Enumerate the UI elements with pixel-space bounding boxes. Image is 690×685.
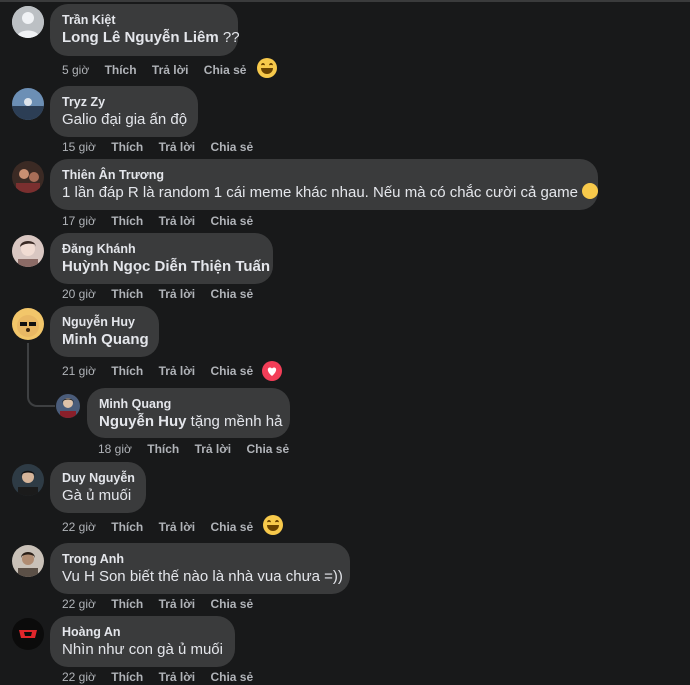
comment-text: Long Lê Nguyễn Liêm ?? [62,28,240,48]
comment-actions: 5 giờ Thích Trả lời Chia sẻ [62,62,258,78]
avatar[interactable] [12,308,44,340]
reply-button[interactable]: Trả lời [159,519,196,535]
comment-author[interactable]: Minh Quang [99,396,278,412]
comment-bubble: Trong Anh Vu H Son biết thế nào là nhà v… [50,543,350,594]
like-button[interactable]: Thích [111,286,143,302]
timestamp[interactable]: 20 giờ [62,286,96,302]
comment-bubble: Hoàng An Nhìn như con gà ủ muối [50,616,235,667]
avatar[interactable] [12,464,44,496]
reply-button[interactable]: Trả lời [152,62,189,78]
avatar[interactable] [56,394,80,418]
comment-actions: 15 giờ Thích Trả lời Chia sẻ [62,139,265,155]
comment-text: Gà ủ muối [62,487,132,504]
reply-button[interactable]: Trả lời [159,139,196,155]
comment-author[interactable]: Tryz Zy [62,94,186,110]
comment-bubble: Minh Quang Nguyễn Huy tặng mềnh hả [87,388,290,438]
share-button[interactable]: Chia sẻ [210,519,253,535]
comment-actions: 18 giờ Thích Trả lời Chia sẻ [98,441,301,457]
comment-actions: 20 giờ Thích Trả lời Chia sẻ [62,286,265,302]
comment-body: tặng mềnh hả [186,413,283,430]
mention-link[interactable]: Minh Quang [62,331,149,348]
share-button[interactable]: Chia sẻ [246,441,289,457]
like-button[interactable]: Thích [105,62,137,78]
comment-actions: 17 giờ Thích Trả lời Chia sẻ [62,213,265,229]
comment-text: Vu H Son biết thế nào là nhà vua chưa =)… [62,568,343,585]
comment-text: Nguyễn Huy tặng mềnh hả [99,412,282,432]
laughing-emoji-icon [582,183,599,199]
comment-actions: 21 giờ Thích Trả lời Chia sẻ [62,363,265,379]
like-button[interactable]: Thích [111,519,143,535]
comment-bubble: Đăng Khánh Huỳnh Ngọc Diễn Thiện Tuấn [50,233,273,284]
reply-button[interactable]: Trả lời [159,363,196,379]
share-button[interactable]: Chia sẻ [210,213,253,229]
avatar[interactable] [12,161,44,193]
comment-bubble: Thiên Ân Trương 1 lần đáp R là random 1 … [50,159,599,210]
comment-author[interactable]: Hoàng An [62,624,223,640]
comment-text: 1 lần đáp R là random 1 cái meme khác nh… [62,183,599,203]
comment-bubble: Trần Kiệt Long Lê Nguyễn Liêm ?? [50,4,240,56]
share-button[interactable]: Chia sẻ [210,139,253,155]
like-button[interactable]: Thích [111,669,143,685]
comment-author[interactable]: Trần Kiệt [62,12,226,28]
comment-body: ?? [218,29,240,46]
comment-actions: 22 giờ Thích Trả lời Chia sẻ [62,669,265,685]
timestamp[interactable]: 15 giờ [62,139,96,155]
comment-text: Galio đại gia ấn độ [62,111,188,128]
reply-button[interactable]: Trả lời [159,286,196,302]
share-button[interactable]: Chia sẻ [204,62,247,78]
comment-author[interactable]: Thiên Ân Trương [62,167,586,183]
comment-author[interactable]: Trong Anh [62,551,338,567]
comment-author[interactable]: Duy Nguyễn [62,470,135,486]
comment-author[interactable]: Đăng Khánh [62,241,261,257]
reply-button[interactable]: Trả lời [195,441,232,457]
like-button[interactable]: Thích [147,441,179,457]
comment-bubble: Duy Nguyễn Gà ủ muối [50,462,146,513]
avatar[interactable] [12,88,44,120]
share-button[interactable]: Chia sẻ [210,286,253,302]
love-reaction-icon[interactable] [262,361,282,381]
haha-reaction-icon[interactable] [263,515,283,535]
avatar[interactable] [12,6,44,38]
timestamp[interactable]: 5 giờ [62,62,89,78]
timestamp[interactable]: 17 giờ [62,213,96,229]
timestamp[interactable]: 22 giờ [62,519,96,535]
comment-actions: 22 giờ Thích Trả lời Chia sẻ [62,596,265,612]
comment-actions: 22 giờ Thích Trả lời Chia sẻ [62,519,265,535]
like-button[interactable]: Thích [111,363,143,379]
share-button[interactable]: Chia sẻ [210,669,253,685]
comment-text: Nhìn như con gà ủ muối [62,641,223,658]
comment-text: Minh Quang [62,330,149,350]
mention-link[interactable]: Long Lê Nguyễn Liêm [62,29,219,46]
timestamp[interactable]: 21 giờ [62,363,96,379]
avatar[interactable] [12,235,44,267]
avatar[interactable] [12,545,44,577]
like-button[interactable]: Thích [111,139,143,155]
comment-bubble: Tryz Zy Galio đại gia ấn độ [50,86,198,137]
comment-body: 1 lần đáp R là random 1 cái meme khác nh… [62,184,578,201]
mention-link[interactable]: Nguyễn Huy [99,413,187,430]
timestamp[interactable]: 22 giờ [62,669,96,685]
top-divider [0,0,690,2]
reply-button[interactable]: Trả lời [159,596,196,612]
mention-link[interactable]: Huỳnh Ngọc Diễn Thiện Tuấn [62,258,270,275]
reply-button[interactable]: Trả lời [159,213,196,229]
haha-reaction-icon[interactable] [257,58,277,78]
share-button[interactable]: Chia sẻ [210,596,253,612]
like-button[interactable]: Thích [111,213,143,229]
share-button[interactable]: Chia sẻ [210,363,253,379]
comment-author[interactable]: Nguyễn Huy [62,314,147,330]
timestamp[interactable]: 22 giờ [62,596,96,612]
comment-bubble: Nguyễn Huy Minh Quang [50,306,159,357]
like-button[interactable]: Thích [111,596,143,612]
timestamp[interactable]: 18 giờ [98,441,132,457]
avatar[interactable] [12,618,44,650]
reply-button[interactable]: Trả lời [159,669,196,685]
thread-connector [27,385,55,407]
comment-text: Huỳnh Ngọc Diễn Thiện Tuấn [62,257,270,277]
